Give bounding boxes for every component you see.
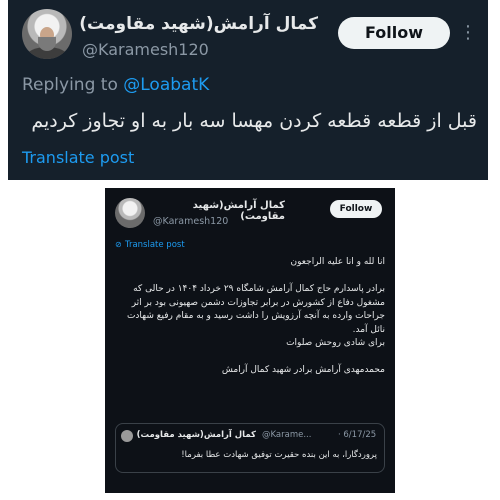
user-handle: @Karame...: [262, 430, 312, 440]
embedded-post-screenshot: کمال آرامش(شهید مقاومت) @Karamesh120 Fol…: [105, 188, 395, 493]
translate-post-link[interactable]: Translate post: [22, 148, 134, 167]
replying-to-label: Replying to: [22, 75, 118, 95]
quoted-post-text: پروردگارا، به این بنده حقیرت توفیق شهادت…: [181, 450, 377, 460]
avatar: [115, 198, 145, 228]
user-handle[interactable]: @Karamesh120: [82, 40, 209, 59]
reply-post-card: کمال آرامش(شهید مقاومت) @Karamesh120 Fol…: [8, 0, 488, 180]
avatar[interactable]: [22, 9, 72, 59]
mention-link[interactable]: @LoabatK: [123, 75, 209, 95]
translate-icon: ⊘: [115, 240, 122, 249]
quoted-post: کمال آرامش(شهید مقاومت) @Karame... · 6/1…: [115, 423, 385, 473]
user-handle: @Karamesh120: [153, 216, 229, 227]
post-paragraph: انا لله و انا علیه الراجعون: [290, 257, 385, 267]
more-vertical-icon[interactable]: ⋮: [459, 22, 477, 44]
follow-button: Follow: [330, 200, 382, 218]
post-paragraph: محمدمهدی آرامش برادر شهید کمال آرامش: [221, 365, 385, 375]
post-text: قبل از قطعه قطعه کردن مهسا سه بار به او …: [31, 110, 477, 132]
post-body: انا لله و انا علیه الراجعون برادر پاسدار…: [115, 256, 385, 378]
translate-post-link: Translate post: [125, 240, 185, 250]
follow-button[interactable]: Follow: [338, 17, 450, 49]
post-paragraph: برادر پاسدارم حاج کمال آرامش شامگاه ۲۹ خ…: [126, 284, 385, 335]
post-date: · 6/17/25: [338, 430, 377, 440]
display-name: کمال آرامش(شهید مقاومت): [136, 430, 256, 440]
post-paragraph: برای شادی روحش صلوات: [286, 338, 385, 348]
replying-to-line: Replying to @LoabatK: [22, 75, 209, 95]
avatar: [121, 430, 133, 442]
display-name[interactable]: کمال آرامش(شهید مقاومت): [68, 14, 318, 34]
